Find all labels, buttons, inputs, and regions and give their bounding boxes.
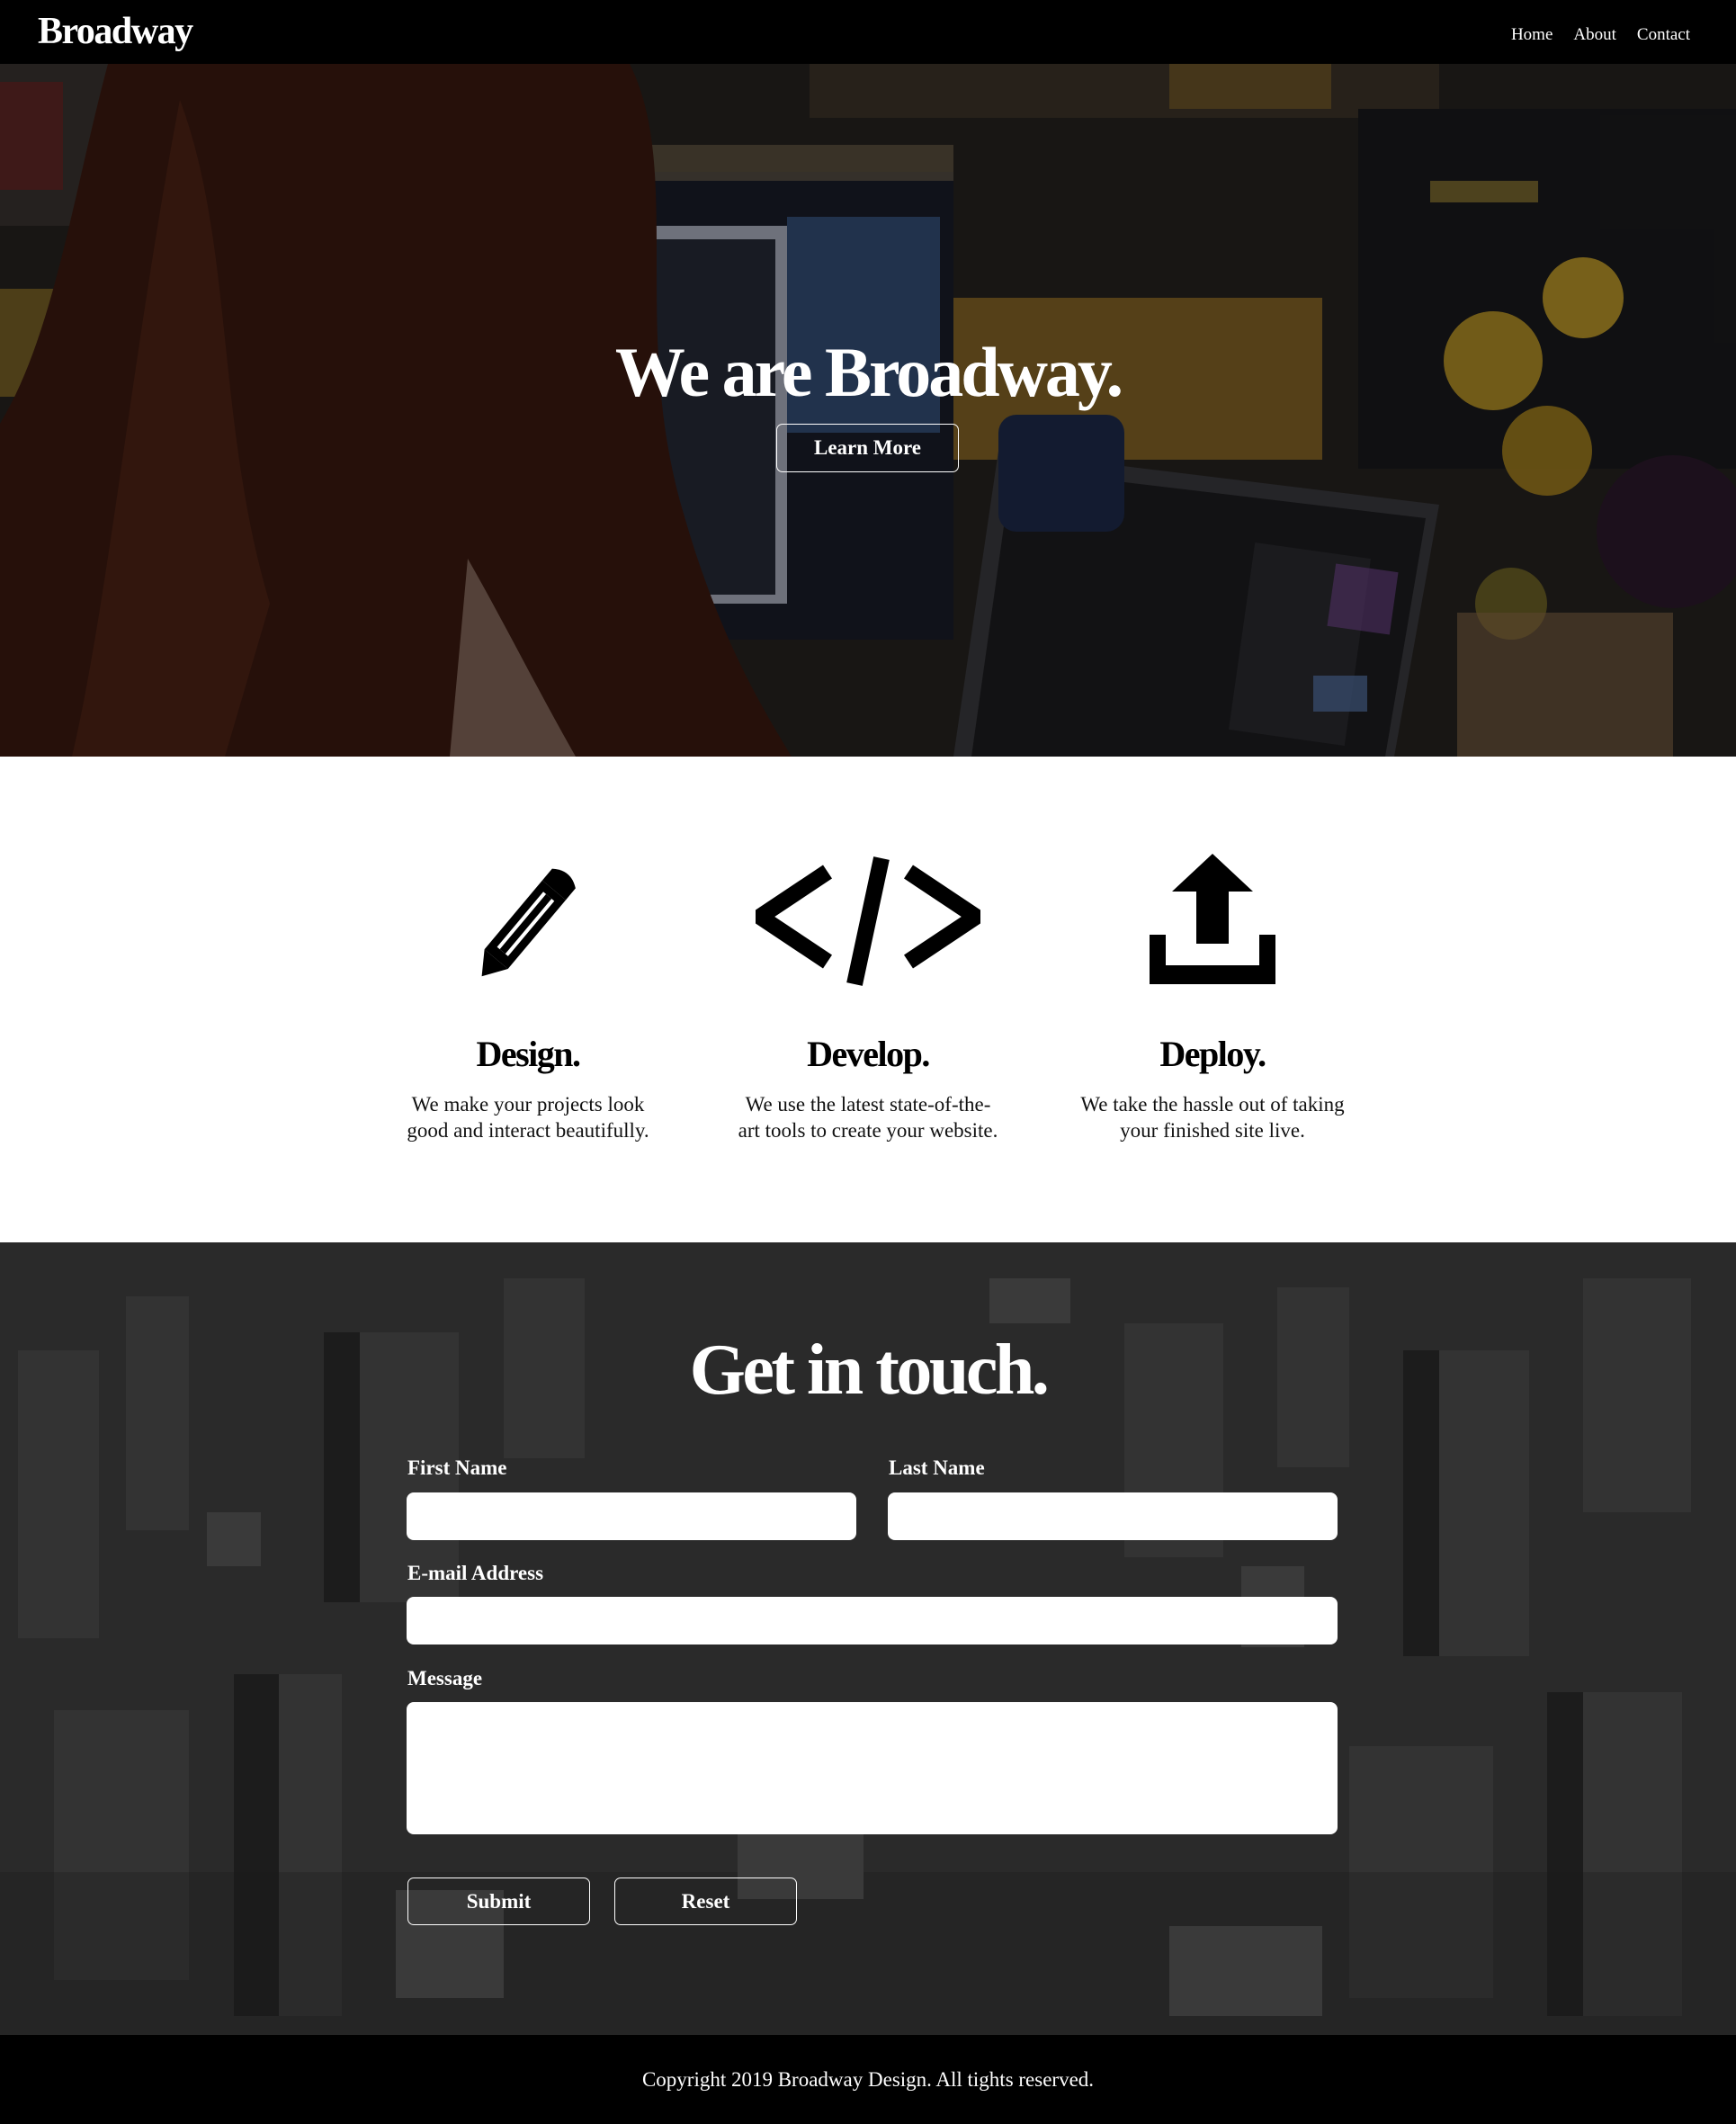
feature-title: Develop. [807,1034,930,1074]
feature-title: Deploy. [1159,1034,1266,1074]
upload-icon [1150,854,1275,984]
first-name-label: First Name [407,1456,507,1479]
nav-link-about[interactable]: About [1573,24,1616,46]
learn-more-button[interactable]: Learn More [776,424,959,472]
code-icon [756,856,980,986]
contact-title: Get in touch. [689,1331,1050,1410]
message-label: Message [407,1667,483,1689]
brand-logo[interactable]: Broadway [38,9,193,54]
feature-description: We make your projects look good and inte… [407,1093,649,1142]
feature-develop: Develop. We use the latest state-of-the-… [724,854,1012,1143]
feature-description: We take the hassle out of taking your fi… [1080,1093,1345,1142]
feature-design: Design. We make your projects look good … [384,854,672,1143]
footer: Copyright 2019 Broadway Design. All tigh… [0,2035,1736,2124]
pencil-icon [481,868,576,977]
feature-title: Design. [476,1034,581,1074]
nav-link-home[interactable]: Home [1511,24,1553,46]
contact-section: Get in touch. First Name Last Name E-mai… [0,1242,1736,2035]
nav-link-contact[interactable]: Contact [1637,24,1690,46]
last-name-label: Last Name [889,1456,985,1479]
submit-button[interactable]: Submit [407,1878,590,1925]
hero-section: We are Broadway. Learn More [0,64,1736,757]
message-field[interactable] [407,1702,1338,1834]
email-label: E-mail Address [407,1562,544,1584]
nav-links: Home About Contact [1511,24,1690,46]
reset-button[interactable]: Reset [614,1878,797,1925]
feature-deploy: Deploy. We take the hassle out of taking… [1069,854,1356,1143]
last-name-field[interactable] [888,1492,1338,1540]
features-section: Design. We make your projects look good … [0,757,1736,1242]
navbar: Broadway Home About Contact [0,0,1736,64]
hero-title: We are Broadway. [614,333,1123,411]
feature-description: We use the latest state-of-the-art tools… [738,1093,998,1142]
copyright-text: Copyright 2019 Broadway Design. All tigh… [641,2068,1095,2091]
first-name-field[interactable] [407,1492,856,1540]
email-field[interactable] [407,1597,1338,1645]
